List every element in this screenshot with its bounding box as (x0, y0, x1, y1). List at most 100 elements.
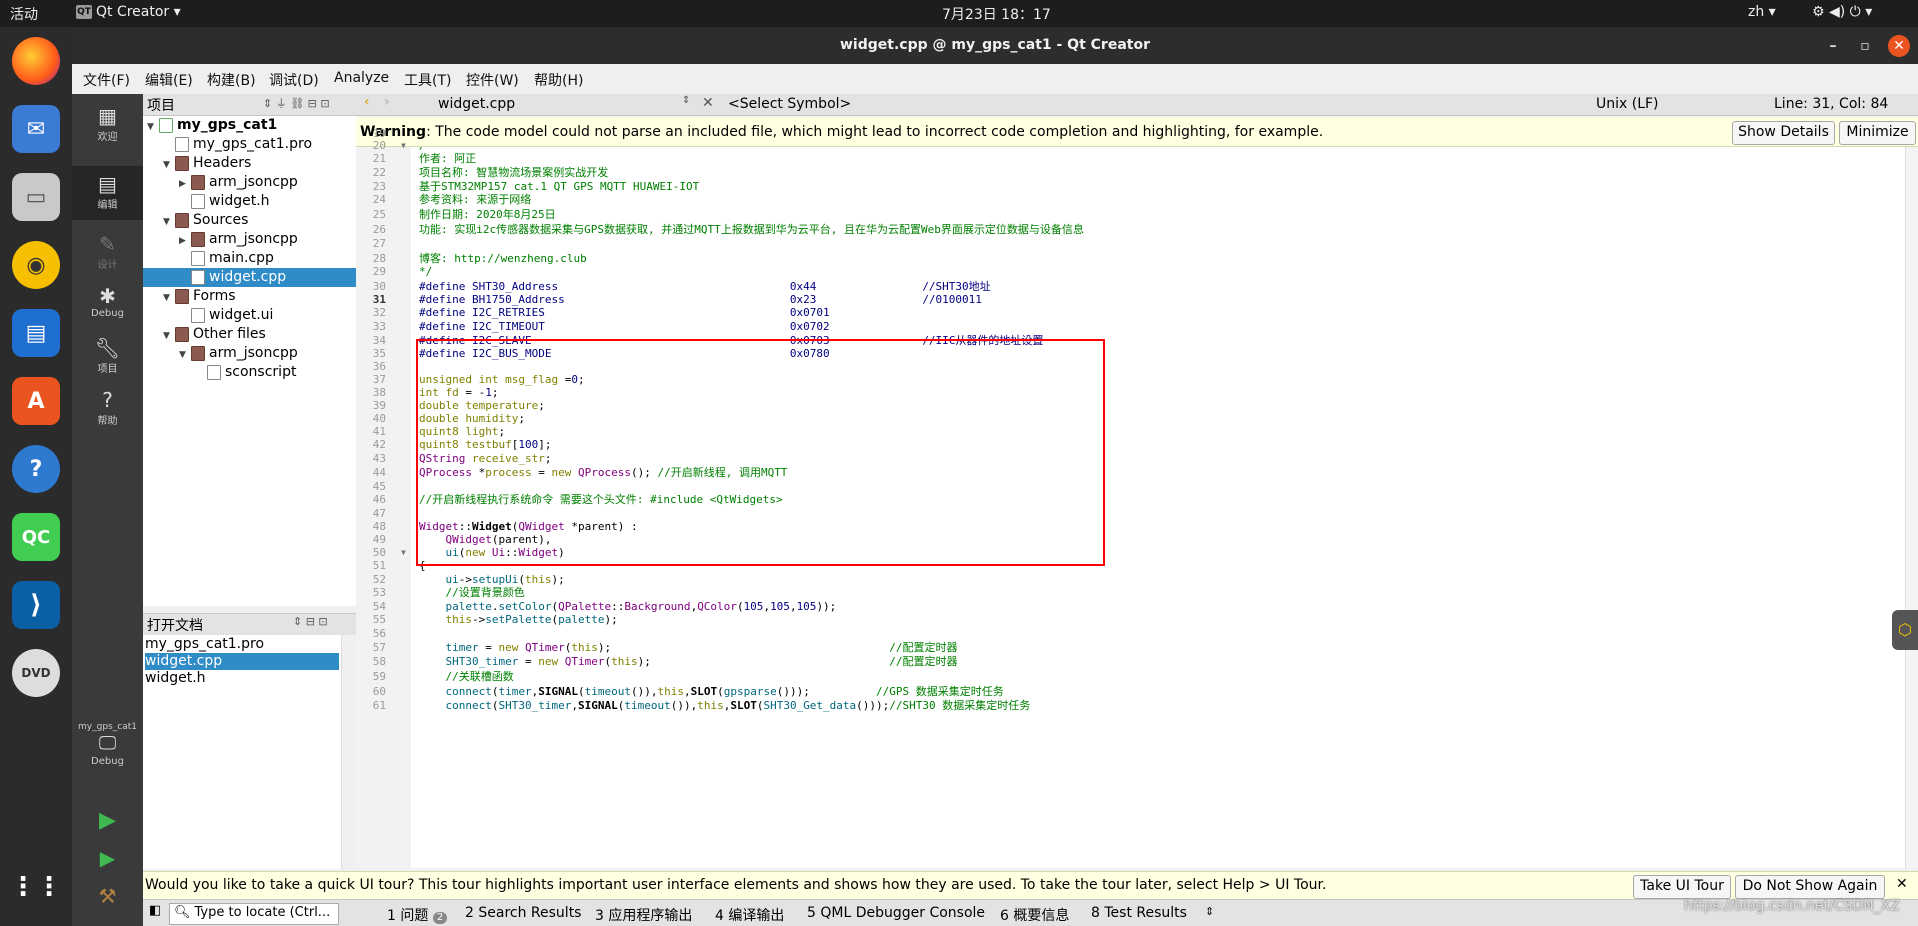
menu-build[interactable]: 构建(B) (207, 70, 256, 90)
mode-edit[interactable]: ▤ 编辑 (72, 166, 143, 220)
back-icon[interactable]: ‹ (364, 94, 370, 110)
tree-item[interactable]: widget.h (143, 192, 356, 211)
tree-item-label: Sources (193, 212, 249, 228)
tab-general-messages[interactable]: 6 概要信息 (1000, 905, 1069, 925)
close-tour-icon[interactable]: ✕ (1896, 876, 1908, 892)
tab-test-results[interactable]: 8 Test Results (1091, 905, 1187, 921)
menu-debug[interactable]: 调试(D) (269, 70, 319, 90)
open-doc-item[interactable]: widget.cpp (145, 653, 339, 670)
cursor-position[interactable]: Line: 31, Col: 84 (1774, 96, 1888, 112)
code-line[interactable]: 功能: 实现i2c传感器数据采集与GPS数据获取, 并通过MQTT上报数据到华为… (419, 223, 1084, 239)
tree-item[interactable]: sconscript (143, 363, 356, 382)
menu-analyze[interactable]: Analyze (334, 70, 389, 86)
tab-search-results[interactable]: 2 Search Results (465, 905, 581, 921)
tab-application-output[interactable]: 3 应用程序输出 (595, 905, 692, 925)
editor-scrollbar[interactable] (1905, 147, 1918, 868)
open-docs-scrollbar[interactable] (341, 635, 356, 869)
mode-welcome[interactable]: ▦ 欢迎 (72, 104, 143, 143)
symbol-selector[interactable]: <Select Symbol> (728, 96, 851, 112)
tree-item[interactable]: ▼ Sources (143, 211, 356, 230)
mode-help[interactable]: ? 帮助 (72, 388, 143, 427)
code-line[interactable]: 制作日期: 2020年8月25日 (419, 208, 556, 224)
open-doc-item[interactable]: my_gps_cat1.pro (145, 636, 339, 653)
thunderbird-icon[interactable]: ✉ (12, 105, 60, 153)
run-button[interactable]: ▶ (72, 808, 143, 833)
open-documents-tools[interactable]: ⇕ ⊟ ⊡ (293, 615, 328, 628)
minimize-window-button[interactable]: – (1822, 35, 1844, 57)
do-not-show-again-button[interactable]: Do Not Show Again (1735, 875, 1885, 899)
vscode-icon[interactable]: ⟩ (12, 581, 60, 629)
tab-compile-output[interactable]: 4 编译输出 (715, 905, 784, 925)
build-button[interactable]: ⚒ (72, 884, 143, 908)
fold-marker-icon[interactable]: ▼ (401, 141, 406, 150)
side-handle-icon[interactable]: ⬡ (1892, 610, 1918, 650)
tree-item[interactable]: ▶ arm_jsoncpp (143, 173, 356, 192)
menu-edit[interactable]: 编辑(E) (145, 70, 193, 90)
help-app-icon[interactable]: ? (12, 445, 60, 493)
mode-design[interactable]: ✎ 设计 (72, 232, 143, 271)
tree-item[interactable]: ▼ Forms (143, 287, 356, 306)
show-apps-icon[interactable]: ⋮⋮ (10, 863, 62, 911)
tree-item[interactable]: ▶ arm_jsoncpp (143, 230, 356, 249)
code-line[interactable]: */ (419, 265, 432, 281)
firefox-icon[interactable] (12, 37, 60, 85)
input-method[interactable]: zh ▾ (1748, 4, 1776, 20)
system-status-icons[interactable]: ⚙ ◀) ⏻ ▾ (1812, 4, 1872, 20)
menu-controls[interactable]: 控件(W) (466, 70, 519, 90)
maximize-window-button[interactable]: ▫ (1854, 35, 1876, 57)
take-ui-tour-button[interactable]: Take UI Tour (1633, 875, 1731, 899)
project-view-select[interactable]: 项目 (147, 95, 175, 115)
debug-run-button[interactable]: ▶ (72, 846, 143, 870)
activities-button[interactable]: 活动 (10, 4, 38, 24)
tree-item[interactable]: my_gps_cat1.pro (143, 135, 356, 154)
code-line[interactable]: SHT30_timer = new QTimer(this); //配置定时器 (419, 655, 958, 671)
line-ending-selector[interactable]: Unix (LF) (1596, 96, 1659, 112)
files-icon[interactable]: ▭ (12, 173, 60, 221)
bug-icon: ✱ (99, 284, 116, 308)
tree-item-label: Headers (193, 155, 252, 171)
fold-marker-icon[interactable]: ▼ (401, 548, 406, 557)
minimize-warning-button[interactable]: Minimize (1839, 121, 1916, 145)
tree-item[interactable]: widget.cpp (143, 268, 356, 287)
mode-projects[interactable]: 🔧︎ 项目 (72, 336, 143, 375)
locator-input[interactable]: 🔍︎ Type to locate (Ctrl... (169, 903, 339, 925)
toggle-sidebar-icon[interactable]: ◧ (149, 903, 161, 918)
tree-item[interactable]: widget.ui (143, 306, 356, 325)
project-panel-tools[interactable]: ⇕ ⏚ ⛓ ⊟ ⊡ (263, 95, 330, 111)
tree-item[interactable]: ▼ my_gps_cat1 (143, 116, 356, 135)
menu-help[interactable]: 帮助(H) (534, 70, 583, 90)
tree-item[interactable]: ▼ Other files (143, 325, 356, 344)
open-doc-item[interactable]: widget.h (145, 670, 339, 687)
app-menu[interactable]: QT Qt Creator ▾ (76, 4, 181, 20)
rhythmbox-icon[interactable]: ◉ (12, 241, 60, 289)
code-line[interactable]: 参考资料: 来源于网络 (419, 193, 531, 209)
menu-file[interactable]: 文件(F) (83, 70, 130, 90)
tree-item[interactable]: ▼ arm_jsoncpp (143, 344, 356, 363)
line-number: 25 (372, 208, 386, 221)
code-line[interactable]: //关联槽函数 (419, 670, 514, 686)
file-selector[interactable]: widget.cpp (438, 96, 515, 112)
more-tabs-icon[interactable]: ⇕ (1205, 905, 1214, 918)
code-line[interactable]: 博客: http://wenzheng.club (419, 252, 587, 268)
show-details-button[interactable]: Show Details (1732, 121, 1835, 145)
line-number: 35 (372, 347, 386, 360)
tab-qml-debugger-console[interactable]: 5 QML Debugger Console (807, 905, 985, 921)
close-file-icon[interactable]: ✕ (702, 95, 714, 111)
mode-debug[interactable]: ✱ Debug (72, 284, 143, 319)
menu-tools[interactable]: 工具(T) (404, 70, 451, 90)
forward-icon[interactable]: › (384, 94, 390, 110)
line-number: 59 (372, 670, 386, 683)
tab-issues[interactable]: 1 问题 2 (387, 905, 448, 925)
software-icon[interactable]: A (12, 377, 60, 425)
monitor-icon: 🖵︎ (98, 733, 117, 754)
code-line[interactable]: this->setPalette(palette); (419, 613, 618, 629)
writer-icon[interactable]: ▤ (12, 309, 60, 357)
dvd-icon[interactable]: DVD (12, 649, 60, 697)
tree-item[interactable]: main.cpp (143, 249, 356, 268)
close-window-button[interactable]: ✕ (1888, 35, 1910, 57)
clock[interactable]: 7月23日 18：17 (942, 4, 1051, 24)
code-line[interactable]: connect(SHT30_timer,SIGNAL(timeout()),th… (419, 699, 1031, 715)
qtcreator-icon[interactable]: QC (12, 513, 60, 561)
kit-selector[interactable]: my_gps_cat1 🖵︎ Debug (72, 722, 143, 767)
tree-item[interactable]: ▼ Headers (143, 154, 356, 173)
